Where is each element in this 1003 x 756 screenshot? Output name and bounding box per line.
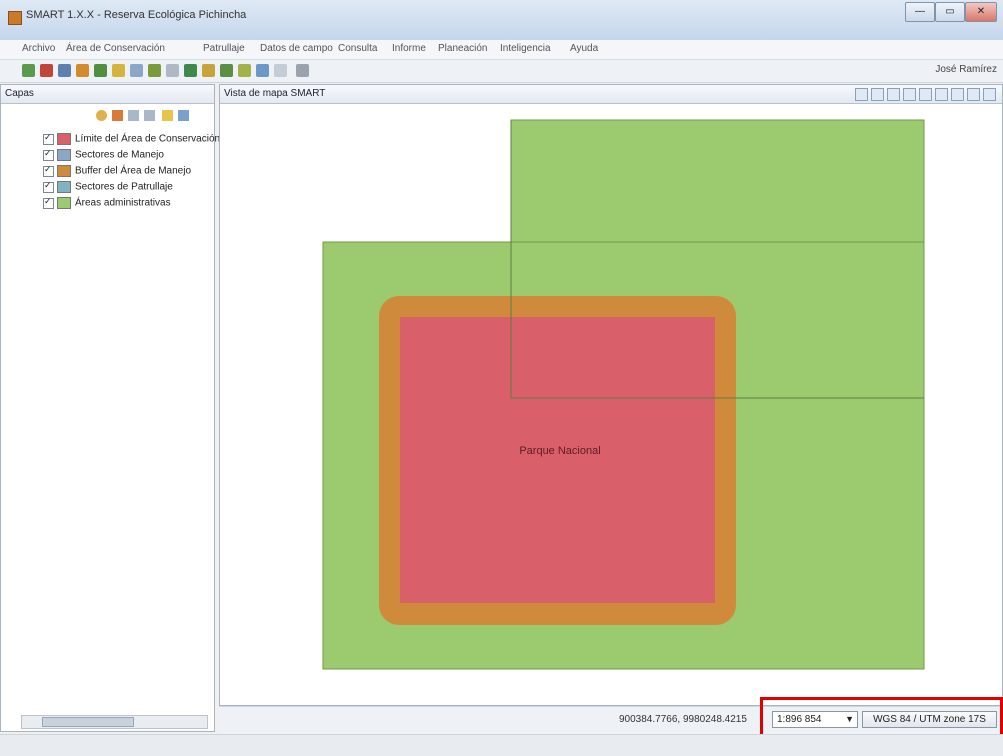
- close-button[interactable]: ✕: [965, 2, 997, 22]
- park-polygon[interactable]: [400, 317, 715, 603]
- add-layer-icon[interactable]: [96, 110, 107, 121]
- zoom-extent-icon[interactable]: [855, 88, 868, 101]
- menu-inteligencia[interactable]: Inteligencia: [500, 43, 551, 54]
- bottom-strip: [0, 734, 1003, 756]
- horizontal-scrollbar[interactable]: [21, 715, 208, 729]
- polygon-layer-icon: [57, 133, 71, 145]
- map-tab[interactable]: Vista de mapa SMART: [220, 85, 1002, 104]
- layer-checkbox[interactable]: [43, 148, 54, 161]
- menu-area-conservacion[interactable]: Área de Conservación: [66, 43, 165, 54]
- scroll-thumb[interactable]: [42, 717, 134, 727]
- layer-label: Áreas administrativas: [75, 197, 171, 209]
- layer-row[interactable]: Sectores de Manejo: [43, 148, 164, 163]
- identify-icon[interactable]: [935, 88, 948, 101]
- menu-bar: Archivo Área de Conservación Patrullaje …: [0, 40, 1003, 60]
- layer-checkbox[interactable]: [43, 180, 54, 193]
- more-icon[interactable]: [296, 64, 309, 77]
- up-icon[interactable]: [128, 110, 139, 121]
- pin-icon[interactable]: [112, 64, 125, 77]
- layers-tab-label: Capas: [5, 88, 34, 99]
- measure-icon[interactable]: [951, 88, 964, 101]
- plan-icon[interactable]: [238, 64, 251, 77]
- layer-checkbox[interactable]: [43, 196, 54, 209]
- map-icon[interactable]: [22, 64, 35, 77]
- coordinate-readout: 900384.7766, 9980248.4215: [619, 714, 747, 725]
- menu-ayuda[interactable]: Ayuda: [570, 43, 598, 54]
- layer-checkbox[interactable]: [43, 132, 54, 145]
- select-icon[interactable]: [871, 88, 884, 101]
- app-icon: [8, 11, 22, 25]
- layer-label: Límite del Área de Conservación: [75, 133, 221, 145]
- map-view-panel: Vista de mapa SMART Parque Nacional: [219, 84, 1003, 706]
- query-icon[interactable]: [202, 64, 215, 77]
- zoom-in-icon[interactable]: [903, 88, 916, 101]
- layers-tab[interactable]: Capas: [1, 85, 214, 104]
- layers-icon[interactable]: [40, 64, 53, 77]
- minimize-button[interactable]: —: [905, 2, 935, 22]
- properties-icon[interactable]: [178, 110, 189, 121]
- layer-checkbox[interactable]: [43, 164, 54, 177]
- window-title: SMART 1.X.X - Reserva Ecológica Pichinch…: [26, 9, 247, 21]
- menu-informe[interactable]: Informe: [392, 43, 426, 54]
- current-user: José Ramírez: [935, 64, 997, 75]
- maximize-view-icon[interactable]: [983, 88, 996, 101]
- main-toolbar: José Ramírez: [0, 60, 1003, 83]
- layer-toolbar: [96, 110, 206, 124]
- map-tab-label: Vista de mapa SMART: [224, 88, 326, 99]
- polygon-layer-icon: [57, 197, 71, 209]
- maximize-button[interactable]: ▭: [935, 2, 965, 22]
- park-label: Parque Nacional: [519, 445, 600, 457]
- marker-icon[interactable]: [76, 64, 89, 77]
- title-bar: SMART 1.X.X - Reserva Ecológica Pichinch…: [0, 0, 1003, 41]
- document-icon[interactable]: [166, 64, 179, 77]
- polygon-layer-icon: [57, 165, 71, 177]
- remove-layer-icon[interactable]: [112, 110, 123, 121]
- table-icon[interactable]: [130, 64, 143, 77]
- highlight-box: [760, 697, 1003, 738]
- menu-planeacion[interactable]: Planeación: [438, 43, 487, 54]
- layer-label: Sectores de Manejo: [75, 149, 164, 161]
- menu-consulta[interactable]: Consulta: [338, 43, 377, 54]
- report-icon[interactable]: [220, 64, 233, 77]
- style-icon[interactable]: [162, 110, 173, 121]
- layers-panel: Capas Límite del Área de Conservación Se…: [0, 84, 220, 732]
- layer-label: Sectores de Patrullaje: [75, 181, 173, 193]
- intel-icon[interactable]: [256, 64, 269, 77]
- menu-archivo[interactable]: Archivo: [22, 43, 55, 54]
- grid-icon[interactable]: [58, 64, 71, 77]
- layer-row[interactable]: Áreas administrativas: [43, 196, 171, 211]
- patrol-icon[interactable]: [148, 64, 161, 77]
- map-svg: Parque Nacional: [322, 119, 925, 670]
- layer-row[interactable]: Buffer del Área de Manejo: [43, 164, 192, 179]
- map-canvas[interactable]: Parque Nacional: [220, 104, 1002, 705]
- tree-icon[interactable]: [94, 64, 107, 77]
- minimize-view-icon[interactable]: [967, 88, 980, 101]
- layer-row[interactable]: Sectores de Patrullaje: [43, 180, 173, 195]
- zoom-out-icon[interactable]: [919, 88, 932, 101]
- export-icon[interactable]: [274, 64, 287, 77]
- pan-icon[interactable]: [887, 88, 900, 101]
- route-icon[interactable]: [184, 64, 197, 77]
- down-icon[interactable]: [144, 110, 155, 121]
- map-tools: [852, 88, 996, 104]
- menu-datos-campo[interactable]: Datos de campo: [260, 43, 333, 54]
- menu-patrullaje[interactable]: Patrullaje: [203, 43, 245, 54]
- polygon-layer-icon: [57, 149, 71, 161]
- polygon-layer-icon: [57, 181, 71, 193]
- layer-label: Buffer del Área de Manejo: [75, 165, 192, 177]
- layer-row[interactable]: Límite del Área de Conservación: [43, 132, 221, 147]
